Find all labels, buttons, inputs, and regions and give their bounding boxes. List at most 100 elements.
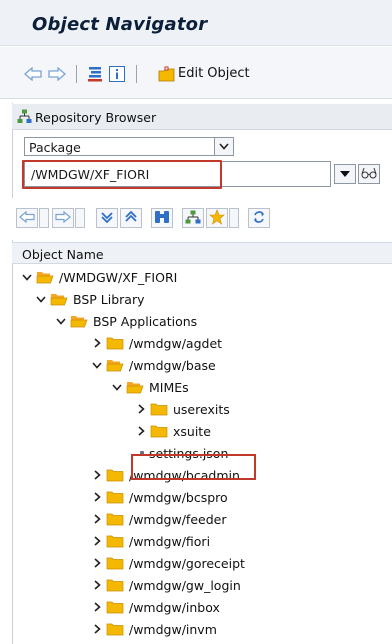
- folder-icon: [150, 424, 168, 438]
- collapse-icon: [124, 210, 138, 227]
- binoculars-icon: [154, 210, 170, 227]
- chevron-right-icon[interactable]: [92, 535, 102, 547]
- back-arrow-icon: [19, 210, 35, 226]
- refresh-button[interactable]: [248, 208, 270, 228]
- page-title: Object Navigator: [32, 14, 208, 35]
- tree-node-label: xsuite: [173, 423, 211, 439]
- hierarchy-tree-icon: [185, 210, 201, 227]
- folder-icon: [106, 490, 124, 504]
- hierarchy-button[interactable]: [182, 208, 204, 228]
- tree-node-label: /wmdgw/gw_login: [129, 577, 241, 593]
- tree-node-label: /wmdgw/agdet: [129, 335, 223, 351]
- folder-icon: [150, 402, 168, 416]
- object-name-column-label: Object Name: [22, 247, 104, 262]
- favorites-dropdown[interactable]: [229, 208, 239, 228]
- tree-column-header: Object Name: [12, 242, 392, 264]
- next-object-dropdown[interactable]: [75, 208, 85, 228]
- tree-node-label: userexits: [173, 401, 230, 417]
- tree-node[interactable]: xsuite: [136, 420, 211, 442]
- tree-node[interactable]: BSP Library: [36, 288, 145, 310]
- collapse-subtree-button[interactable]: [120, 208, 142, 228]
- previous-object-dropdown[interactable]: [39, 208, 49, 228]
- tree-node[interactable]: MIMEs: [112, 376, 189, 398]
- chevron-right-icon[interactable]: [136, 403, 146, 415]
- tree-node[interactable]: /wmdgw/bcspro: [92, 486, 228, 508]
- expand-subtree-button[interactable]: [96, 208, 118, 228]
- chevron-right-icon[interactable]: [92, 623, 102, 635]
- chevron-right-icon[interactable]: [92, 601, 102, 613]
- chevron-down-icon[interactable]: [112, 381, 122, 393]
- tree-node[interactable]: /wmdgw/goreceipt: [92, 552, 245, 574]
- chevron-right-icon[interactable]: [92, 469, 102, 481]
- chevron-down-icon[interactable]: [36, 293, 46, 305]
- tree-node-label: /WMDGW/XF_FIORI: [59, 269, 178, 285]
- tree-node[interactable]: /wmdgw/invm: [92, 618, 217, 640]
- tree-node-label: /wmdgw/fiori: [129, 533, 211, 549]
- tree-node[interactable]: BSP Applications: [56, 310, 197, 332]
- chevron-right-icon[interactable]: [92, 491, 102, 503]
- highlight-box-package: [22, 160, 222, 189]
- chevron-right-icon[interactable]: [92, 557, 102, 569]
- folder-icon: [106, 468, 124, 482]
- next-object-button[interactable]: [52, 208, 74, 228]
- tree-node[interactable]: userexits: [136, 398, 230, 420]
- display-button[interactable]: [358, 164, 380, 184]
- chevron-right-icon[interactable]: [92, 337, 102, 349]
- package-dropdown-button[interactable]: [334, 164, 356, 184]
- title-bar: Object Navigator: [0, 0, 392, 46]
- folder-open-icon: [126, 380, 144, 394]
- tree-toolbar: [12, 198, 392, 240]
- triangle-down-icon: [340, 167, 350, 181]
- folder-icon: [106, 578, 124, 592]
- object-type-select[interactable]: Package: [24, 137, 234, 156]
- expand-icon: [100, 210, 114, 227]
- chevron-right-icon[interactable]: [92, 579, 102, 591]
- chevron-down-icon[interactable]: [214, 138, 233, 155]
- folder-icon: [106, 336, 124, 350]
- star-icon: [209, 208, 225, 228]
- repository-browser-label: Repository Browser: [35, 110, 157, 125]
- tree-node[interactable]: /wmdgw/fiori: [92, 530, 210, 552]
- chevron-right-icon[interactable]: [136, 425, 146, 437]
- main-toolbar: Edit Object: [0, 47, 392, 99]
- chevron-down-icon[interactable]: [56, 315, 66, 327]
- info-icon[interactable]: [108, 65, 126, 83]
- object-type-value: Package: [29, 140, 81, 155]
- find-button[interactable]: [151, 208, 173, 228]
- refresh-icon: [252, 210, 266, 227]
- tree-node[interactable]: /wmdgw/agdet: [92, 332, 222, 354]
- tree-node[interactable]: /wmdgw/inbox: [92, 596, 220, 618]
- toolbar-separator: [76, 65, 77, 83]
- toolbar-separator: [136, 65, 137, 83]
- chevron-down-icon[interactable]: [22, 271, 32, 283]
- repository-browser-header: Repository Browser: [12, 104, 392, 130]
- tree-node-label: /wmdgw/invm: [129, 621, 217, 637]
- tree-node-label: /wmdgw/base: [129, 357, 216, 373]
- hierarchy-icon[interactable]: [86, 65, 104, 83]
- folder-open-icon: [50, 292, 68, 306]
- chevron-down-icon[interactable]: [92, 359, 102, 371]
- highlight-box-settings: [131, 454, 256, 480]
- chevron-right-icon[interactable]: [92, 513, 102, 525]
- tree-node[interactable]: /wmdgw/gw_login: [92, 574, 241, 596]
- tree-node-label: MIMEs: [149, 379, 189, 395]
- edit-object-button[interactable]: Edit Object: [178, 66, 250, 81]
- back-arrow-icon[interactable]: [24, 65, 42, 83]
- favorites-button[interactable]: [206, 208, 228, 228]
- edit-object-icon[interactable]: [158, 65, 176, 83]
- previous-object-button[interactable]: [16, 208, 38, 228]
- folder-icon: [106, 534, 124, 548]
- tree-node-label: /wmdgw/goreceipt: [129, 555, 245, 571]
- folder-icon: [106, 600, 124, 614]
- folder-open-icon: [70, 314, 88, 328]
- tree-node[interactable]: /wmdgw/feeder: [92, 508, 226, 530]
- forward-arrow-icon[interactable]: [48, 65, 66, 83]
- tree-node-label: /wmdgw/feeder: [129, 511, 227, 527]
- tree-node-label: BSP Library: [73, 291, 145, 307]
- tree-node[interactable]: /wmdgw/base: [92, 354, 216, 376]
- folder-icon: [106, 512, 124, 526]
- tree-node-label: BSP Applications: [93, 313, 198, 329]
- folder-open-icon: [36, 270, 54, 284]
- folder-open-icon: [106, 358, 124, 372]
- tree-node[interactable]: /WMDGW/XF_FIORI: [22, 266, 177, 288]
